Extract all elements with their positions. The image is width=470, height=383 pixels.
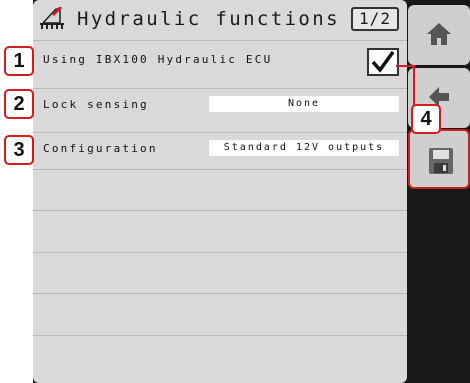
configuration-value[interactable]: Standard 12V outputs bbox=[209, 140, 399, 156]
setting-row-configuration[interactable]: Configuration Standard 12V outputs bbox=[33, 132, 407, 169]
empty-row bbox=[33, 210, 407, 247]
setting-label: Using IBX100 Hydraulic ECU bbox=[43, 53, 273, 66]
hydraulic-ecu-checkbox[interactable] bbox=[367, 48, 399, 76]
screen: Hydraulic functions 1/2 Using IBX100 Hyd… bbox=[33, 0, 470, 383]
save-icon bbox=[429, 148, 453, 174]
setting-row-lock-sensing[interactable]: Lock sensing None bbox=[33, 88, 407, 125]
setting-row-hydraulic-ecu[interactable]: Using IBX100 Hydraulic ECU bbox=[33, 40, 407, 77]
settings-panel: Hydraulic functions 1/2 Using IBX100 Hyd… bbox=[33, 0, 407, 383]
empty-row bbox=[33, 169, 407, 206]
callout-1: 1 bbox=[4, 46, 34, 76]
lock-sensing-value[interactable]: None bbox=[209, 96, 399, 112]
page-title: Hydraulic functions bbox=[77, 8, 340, 30]
callout-4: 4 bbox=[411, 104, 441, 134]
setting-label: Configuration bbox=[43, 142, 158, 155]
setting-label: Lock sensing bbox=[43, 98, 149, 111]
home-button[interactable] bbox=[408, 5, 470, 65]
hydraulic-implement-icon bbox=[39, 5, 65, 31]
empty-row bbox=[33, 252, 407, 289]
callout-2: 2 bbox=[4, 89, 34, 119]
panel-header: Hydraulic functions 1/2 bbox=[33, 0, 407, 40]
page-indicator[interactable]: 1/2 bbox=[351, 7, 399, 31]
save-button[interactable] bbox=[408, 129, 470, 189]
callout-3: 3 bbox=[4, 135, 34, 165]
empty-row bbox=[33, 293, 407, 330]
side-toolbar bbox=[408, 0, 470, 383]
empty-row bbox=[33, 335, 407, 372]
home-icon bbox=[427, 23, 451, 45]
